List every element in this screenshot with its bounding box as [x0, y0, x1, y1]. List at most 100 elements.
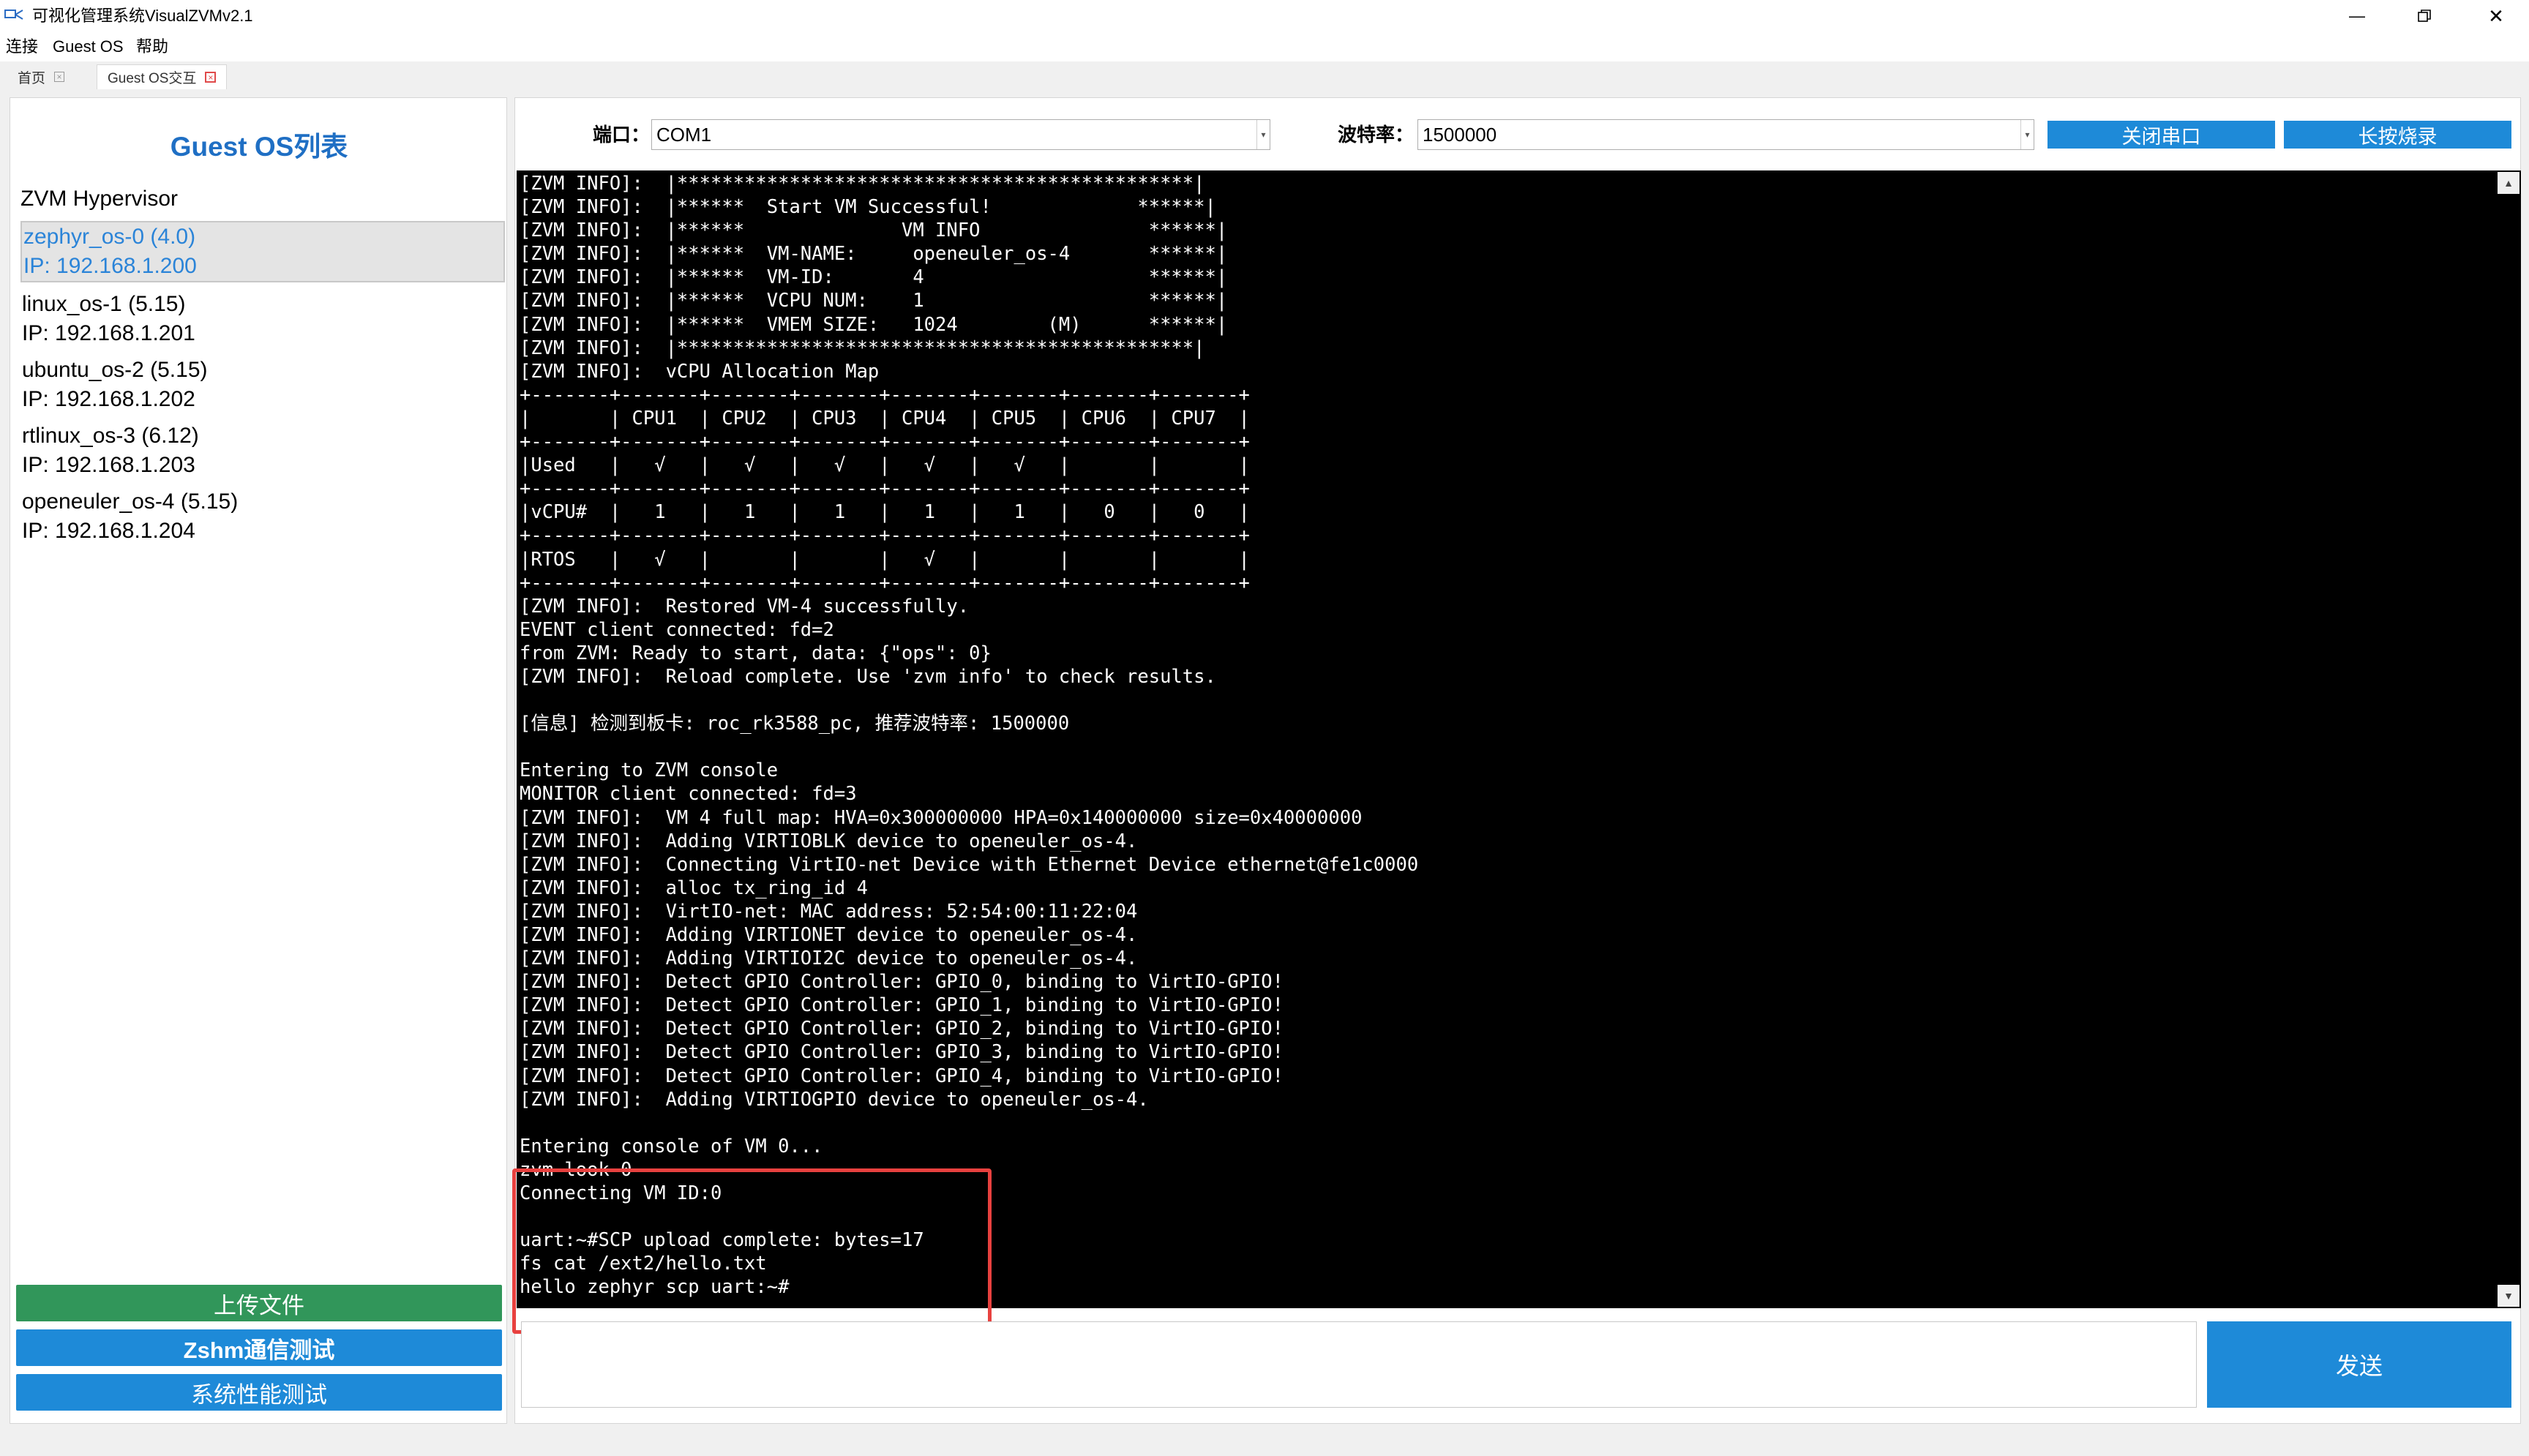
terminal-line: [ZVM INFO]: |***************************… — [520, 337, 1205, 359]
menu-connect[interactable]: 连接 — [6, 35, 38, 59]
terminal-line: [ZVM INFO]: Detect GPIO Controller: GPIO… — [520, 1018, 1284, 1040]
port-value: COM1 — [656, 124, 712, 146]
terminal-line: |Used | √ | √ | √ | √ | √ | | | — [520, 454, 1250, 477]
os-list-item[interactable]: linux_os-1 (5.15) IP: 192.168.1.201 — [20, 290, 505, 348]
sidebar-title: Guest OS列表 — [170, 132, 348, 162]
os-ip: IP: 192.168.1.203 — [22, 453, 195, 477]
terminal-line: EVENT client connected: fd=2 — [520, 618, 834, 641]
terminal-line: +-------+-------+-------+-------+-------… — [520, 383, 1250, 406]
command-input[interactable] — [521, 1321, 2197, 1408]
close-icon: ✕ — [2488, 4, 2504, 27]
restore-button[interactable] — [2391, 0, 2457, 32]
app-logo-icon — [4, 10, 23, 20]
os-ip: IP: 192.168.1.201 — [22, 321, 195, 345]
close-port-button[interactable]: 关闭串口 — [2047, 121, 2275, 149]
port-label: 端口： — [593, 124, 651, 146]
terminal-line: [ZVM INFO]: Adding VIRTIOGPIO device to … — [520, 1088, 1149, 1111]
hypervisor-item[interactable]: ZVM Hypervisor — [20, 184, 505, 214]
terminal-line: [ZVM INFO]: Detect GPIO Controller: GPIO… — [520, 994, 1284, 1017]
restore-icon — [2418, 10, 2431, 22]
terminal-line: [ZVM INFO]: Reload complete. Use 'zvm in… — [520, 665, 1216, 688]
terminal-line: [ZVM INFO]: Adding VIRTIOI2C device to o… — [520, 947, 1138, 970]
terminal-line: [ZVM INFO]: Adding VIRTIOBLK device to o… — [520, 830, 1138, 852]
terminal-scrollbar[interactable]: ▲ ▼ — [2496, 170, 2521, 1308]
port-dropdown-icon[interactable]: ▾ — [1256, 120, 1270, 149]
port-select[interactable]: COM1 ▾ — [651, 119, 1270, 150]
terminal-line: [ZVM INFO]: Detect GPIO Controller: GPIO… — [520, 971, 1284, 994]
tab-home-close-icon[interactable]: × — [54, 72, 65, 82]
terminal-line: Entering console of VM 0... — [520, 1135, 823, 1157]
menu-help[interactable]: 帮助 — [136, 35, 168, 59]
terminal-line: [ZVM INFO]: |****** Start VM Successful!… — [520, 196, 1216, 219]
baud-value: 1500000 — [1423, 124, 1497, 146]
os-list-item[interactable]: openeuler_os-4 (5.15) IP: 192.168.1.204 — [20, 487, 505, 546]
performance-test-button[interactable]: 系统性能测试 — [16, 1374, 502, 1411]
tab-home[interactable]: 首页 × — [9, 64, 73, 89]
terminal-line: from ZVM: Ready to start, data: {"ops": … — [520, 642, 992, 664]
window-title: 可视化管理系统VisualZVMv2.1 — [32, 7, 253, 25]
terminal-line: +-------+-------+-------+-------+-------… — [520, 431, 1250, 454]
terminal-line: [ZVM INFO]: |***************************… — [520, 173, 1205, 195]
terminal-line: +-------+-------+-------+-------+-------… — [520, 571, 1250, 594]
terminal-output[interactable]: [ZVM INFO]: |***************************… — [517, 170, 2514, 1308]
close-window-button[interactable]: ✕ — [2463, 0, 2529, 32]
scroll-down-icon[interactable]: ▼ — [2498, 1285, 2519, 1307]
terminal-line: [ZVM INFO]: Restored VM-4 successfully. — [520, 595, 970, 618]
terminal-line: [ZVM INFO]: VM 4 full map: HVA=0x3000000… — [520, 806, 1363, 829]
tab-bar: 首页 × Guest OS交互 × — [0, 61, 2529, 91]
os-name: linux_os-1 (5.15) — [22, 292, 186, 316]
os-ip: IP: 192.168.1.202 — [22, 387, 195, 411]
minimize-icon: — — [2349, 7, 2365, 25]
os-list-item[interactable]: rtlinux_os-3 (6.12) IP: 192.168.1.203 — [20, 421, 505, 480]
baud-select[interactable]: 1500000 ▾ — [1417, 119, 2034, 150]
terminal-line: [ZVM INFO]: Detect GPIO Controller: GPIO… — [520, 1041, 1284, 1064]
tab-guest-os-label: Guest OS交互 — [108, 71, 197, 86]
os-list-item[interactable]: zephyr_os-0 (4.0) IP: 192.168.1.200 — [20, 221, 505, 282]
guest-os-sidebar: Guest OS列表 ZVM Hypervisor zephyr_os-0 (4… — [10, 97, 507, 1424]
os-ip: IP: 192.168.1.200 — [23, 254, 197, 278]
tab-guest-os-close-icon[interactable]: × — [205, 72, 217, 83]
os-ip: IP: 192.168.1.204 — [22, 519, 195, 543]
send-button[interactable]: 发送 — [2207, 1321, 2511, 1408]
terminal-line: [ZVM INFO]: |****** VM-NAME: openeuler_o… — [520, 243, 1228, 266]
highlight-annotation — [512, 1168, 992, 1334]
terminal-line: | | CPU1 | CPU2 | CPU3 | CPU4 | CPU5 | C… — [520, 407, 1250, 429]
terminal-line: +-------+-------+-------+-------+-------… — [520, 478, 1250, 500]
os-name: ubuntu_os-2 (5.15) — [22, 358, 208, 382]
terminal-line: [ZVM INFO]: Adding VIRTIONET device to o… — [520, 924, 1138, 946]
terminal-lines: [ZVM INFO]: |***************************… — [520, 172, 2488, 1299]
terminal-line: |RTOS | √ | | | √ | | | | — [520, 548, 1250, 571]
baud-dropdown-icon[interactable]: ▾ — [2020, 120, 2034, 149]
terminal-line: MONITOR client connected: fd=3 — [520, 783, 857, 806]
burn-button[interactable]: 长按烧录 — [2284, 121, 2511, 149]
terminal-line: [ZVM INFO]: VirtIO-net: MAC address: 52:… — [520, 900, 1138, 923]
terminal-line: [ZVM INFO]: |****** VMEM SIZE: 1024 (M) … — [520, 313, 1228, 336]
baud-label: 波特率： — [1338, 124, 1415, 146]
terminal-line: [ZVM INFO]: Connecting VirtIO-net Device… — [520, 853, 1419, 876]
scroll-up-icon[interactable]: ▲ — [2498, 172, 2519, 194]
menu-guest-os[interactable]: Guest OS — [53, 35, 124, 59]
terminal-line: +-------+-------+-------+-------+-------… — [520, 525, 1250, 547]
scroll-track[interactable] — [2498, 195, 2519, 1283]
os-name: rtlinux_os-3 (6.12) — [22, 424, 199, 448]
upload-file-button[interactable]: 上传文件 — [16, 1285, 502, 1321]
terminal-line: [ZVM INFO]: |****** VCPU NUM: 1 ******| — [520, 290, 1228, 312]
terminal-line: [ZVM INFO]: vCPU Allocation Map — [520, 360, 880, 383]
os-list-item[interactable]: ubuntu_os-2 (5.15) IP: 192.168.1.202 — [20, 356, 505, 414]
terminal-line: [信息] 检测到板卡: roc_rk3588_pc, 推荐波特率: 150000… — [520, 713, 1070, 735]
os-name: openeuler_os-4 (5.15) — [22, 489, 239, 514]
terminal-line: |vCPU# | 1 | 1 | 1 | 1 | 1 | 0 | 0 | — [520, 501, 1250, 524]
menu-bar: 连接 Guest OS 帮助 — [0, 32, 2529, 61]
os-list: ZVM Hypervisor zephyr_os-0 (4.0) IP: 192… — [20, 184, 505, 553]
title-bar: 可视化管理系统VisualZVMv2.1 — ✕ — [0, 0, 2529, 32]
tab-home-label: 首页 — [18, 70, 46, 86]
terminal-line: Entering to ZVM console — [520, 759, 779, 782]
zshm-test-button[interactable]: Zshm通信测试 — [16, 1329, 502, 1366]
os-name: zephyr_os-0 (4.0) — [23, 225, 196, 249]
terminal-line: [ZVM INFO]: |****** VM-ID: 4 ******| — [520, 266, 1228, 289]
terminal-line: [ZVM INFO]: Detect GPIO Controller: GPIO… — [520, 1065, 1284, 1087]
tab-guest-os[interactable]: Guest OS交互 × — [97, 64, 228, 89]
minimize-button[interactable]: — — [2324, 0, 2390, 32]
terminal-line: [ZVM INFO]: alloc tx_ring_id 4 — [520, 877, 868, 899]
